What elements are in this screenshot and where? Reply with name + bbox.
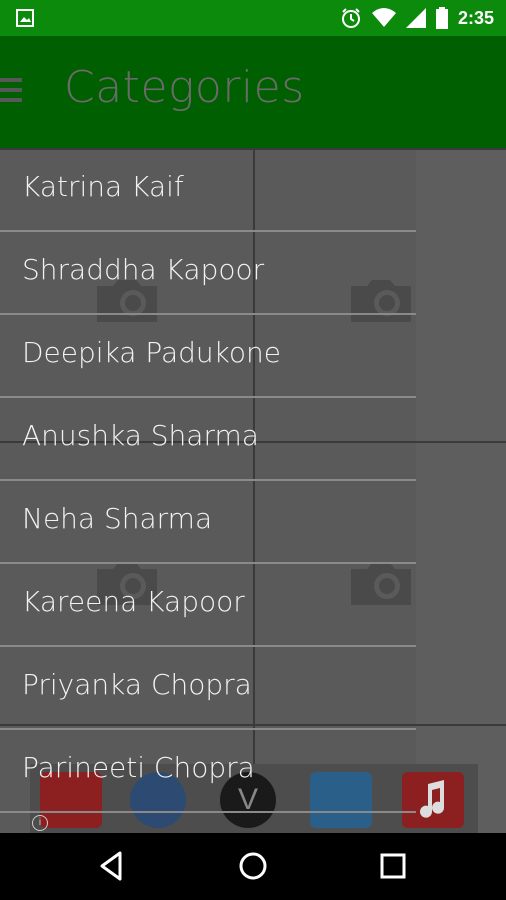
recents-icon[interactable] bbox=[376, 849, 410, 883]
content-right-panel bbox=[416, 148, 506, 833]
image-notification-icon bbox=[16, 9, 34, 27]
app-bar: Categories bbox=[0, 36, 506, 148]
list-item-label: Anushka Sharma bbox=[22, 419, 259, 452]
status-bar: 2:35 bbox=[0, 0, 506, 36]
alarm-icon bbox=[341, 8, 360, 28]
list-item-label: Katrina Kaif bbox=[22, 170, 184, 203]
menu-icon[interactable] bbox=[0, 78, 22, 106]
list-item[interactable]: Priyanka Chopra bbox=[0, 646, 416, 730]
list-item[interactable]: Anushka Sharma bbox=[0, 397, 416, 481]
signal-icon bbox=[405, 8, 426, 28]
list-item[interactable]: Neha Sharma bbox=[0, 480, 416, 564]
battery-icon bbox=[435, 7, 448, 29]
list-item[interactable]: Katrina Kaif bbox=[0, 148, 416, 232]
list-item[interactable]: Shraddha Kapoor bbox=[0, 231, 416, 315]
list-item[interactable]: Kareena Kapoor bbox=[0, 563, 416, 647]
list-item-label: Shraddha Kapoor bbox=[22, 253, 265, 286]
list-item[interactable]: Deepika Padukone bbox=[0, 314, 416, 398]
list-item[interactable]: Parineeti Chopra bbox=[0, 729, 416, 813]
status-time: 2:35 bbox=[457, 7, 494, 28]
list-item-label: Neha Sharma bbox=[22, 502, 213, 535]
list-item-label: Priyanka Chopra bbox=[22, 668, 252, 701]
home-icon[interactable] bbox=[236, 849, 270, 883]
navigation-drawer: Katrina Kaif Shraddha Kapoor Deepika Pad… bbox=[0, 148, 416, 833]
back-icon[interactable] bbox=[96, 849, 130, 883]
list-item-label: Kareena Kapoor bbox=[22, 585, 245, 618]
page-title: Categories bbox=[64, 62, 305, 113]
wifi-icon bbox=[371, 8, 396, 27]
list-item-label: Deepika Padukone bbox=[22, 336, 281, 369]
system-nav-bar bbox=[0, 833, 506, 900]
list-item-label: Parineeti Chopra bbox=[22, 751, 255, 784]
